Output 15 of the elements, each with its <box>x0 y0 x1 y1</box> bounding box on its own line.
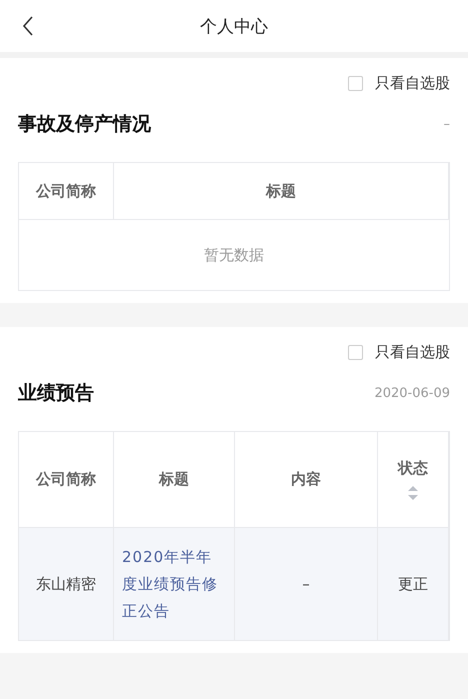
watchlist-checkbox[interactable]: 只看自选股 <box>348 72 450 94</box>
table-cell: – <box>235 528 378 640</box>
table-cell: 更正 <box>378 528 449 640</box>
back-icon[interactable] <box>22 16 34 36</box>
section-title: 业绩预告 <box>18 381 94 406</box>
table-cell: 东山精密 <box>19 528 114 640</box>
column-header: 公司简称 <box>19 163 114 220</box>
table-cell[interactable]: 2020年半年度业绩预告修正公告 <box>114 528 235 640</box>
page-title: 个人中心 <box>200 16 268 38</box>
empty-message: 暂无数据 <box>203 244 265 266</box>
section-date: 2020-06-09 <box>374 386 450 400</box>
section-title: 事故及停产情况 <box>18 112 151 137</box>
column-header: 标题 <box>114 163 449 220</box>
watchlist-checkbox[interactable]: 只看自选股 <box>348 341 450 363</box>
section-date: – <box>444 116 450 132</box>
